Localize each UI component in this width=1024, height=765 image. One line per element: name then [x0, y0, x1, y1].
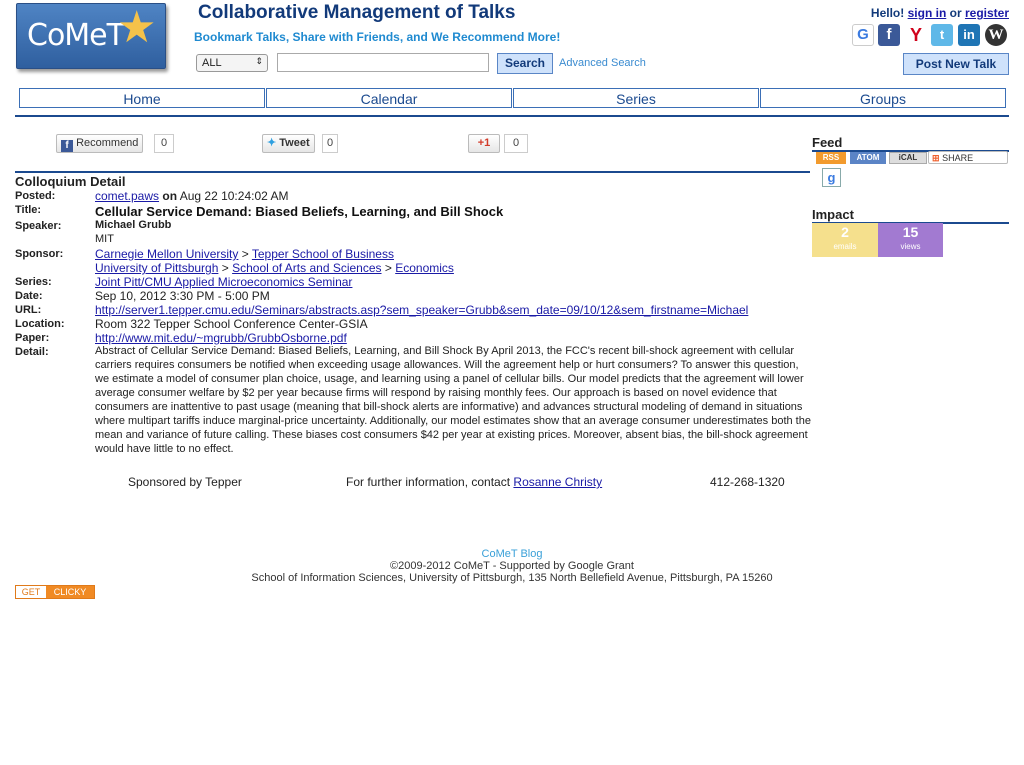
google-reader-icon[interactable]: g [822, 168, 841, 187]
comet-blog-link[interactable]: CoMeT Blog [0, 548, 1024, 560]
ical-badge[interactable]: iCAL [889, 152, 927, 164]
impact-heading: Impact [812, 207, 1009, 224]
talk-url-link[interactable]: http://server1.tepper.cmu.edu/Seminars/a… [95, 303, 748, 317]
feed-heading: Feed [812, 135, 1009, 152]
getclicky-clicky: CLICKY [46, 586, 94, 598]
speaker-label: Speaker: [15, 220, 62, 232]
recommend-label: Recommend [76, 137, 139, 149]
impact-emails-tile: 2 emails [812, 223, 878, 257]
share-badge-label: SHARE [942, 153, 974, 163]
tweet-label: Tweet [279, 137, 310, 149]
title-label: Title: [15, 204, 42, 216]
contact-info: For further information, contact Rosanne… [346, 475, 602, 489]
search-button[interactable]: Search [497, 53, 553, 74]
speaker-affiliation: MIT [95, 233, 114, 245]
sponsor-pitt-link[interactable]: University of Pittsburgh [95, 261, 218, 275]
atom-badge[interactable]: ATOM [850, 152, 886, 164]
poster-link[interactable]: comet.paws [95, 189, 159, 203]
sponsor-label: Sponsor: [15, 248, 64, 260]
twitter-icon[interactable]: t [931, 24, 953, 46]
date-value: Sep 10, 2012 3:30 PM - 5:00 PM [95, 289, 270, 303]
getclicky-badge[interactable]: GET CLICKY [15, 585, 95, 599]
breadcrumb-separator: > [384, 261, 392, 275]
wordpress-icon[interactable]: W [985, 24, 1007, 46]
or-text: or [949, 6, 962, 20]
paper-label: Paper: [15, 332, 50, 344]
nav-divider [15, 115, 1009, 117]
gplus-label: +1 [477, 137, 491, 149]
comet-logo[interactable]: CoMeT ★ [16, 3, 166, 69]
user-greeting: Hello! sign in or register [871, 6, 1009, 20]
gplus-count: 0 [504, 134, 528, 153]
views-label: views [900, 242, 921, 251]
abstract-text: Abstract of Cellular Service Demand: Bia… [95, 345, 811, 455]
search-input[interactable] [277, 53, 489, 72]
views-count: 15 [902, 224, 919, 240]
emails-label: emails [833, 242, 857, 251]
breadcrumb-separator: > [241, 247, 249, 261]
updown-arrow-icon: ⇕ [255, 56, 263, 66]
posted-on-text: on [162, 189, 178, 203]
sponsor-line-2: University of Pittsburgh > School of Art… [95, 261, 454, 275]
site-title: Collaborative Management of Talks [198, 2, 516, 23]
posted-label: Posted: [15, 190, 56, 202]
address-text: School of Information Sciences, Universi… [251, 572, 773, 584]
search-scope-select[interactable]: ALL ⇕ [196, 54, 268, 72]
tweet-count: 0 [322, 134, 338, 153]
site-tagline: Bookmark Talks, Share with Friends, and … [194, 30, 561, 44]
sponsor-arts-link[interactable]: School of Arts and Sciences [232, 261, 381, 275]
further-info-text: For further information, contact [346, 475, 511, 489]
facebook-icon[interactable]: f [878, 24, 900, 46]
copyright-text: ©2009-2012 CoMeT - Supported by Google G… [390, 560, 634, 572]
date-label: Date: [15, 290, 43, 302]
advanced-search-link[interactable]: Advanced Search [559, 57, 646, 69]
nav-series[interactable]: Series [513, 88, 759, 108]
sponsored-by-text: Sponsored by Tepper [128, 475, 242, 489]
emails-count: 2 [841, 224, 849, 240]
facebook-recommend-button[interactable]: f Recommend [56, 134, 144, 153]
detail-label: Detail: [15, 346, 49, 358]
tweet-button[interactable]: ✦ Tweet [262, 134, 315, 153]
share-badge[interactable]: ⊞ SHARE [928, 151, 1008, 164]
twitter-bird-icon: ✦ [267, 137, 277, 149]
yahoo-icon[interactable]: Y [905, 24, 927, 46]
post-new-talk-button[interactable]: Post New Talk [903, 53, 1009, 75]
star-icon: ★ [117, 3, 157, 52]
plus-icon: ⊞ [932, 153, 940, 163]
hello-text: Hello! [870, 6, 905, 20]
posted-value: comet.paws on Aug 22 10:24:02 AM [95, 189, 288, 203]
facebook-icon: f [61, 140, 73, 152]
recommend-count: 0 [154, 134, 174, 153]
url-label: URL: [15, 304, 42, 316]
rss-badge[interactable]: RSS [816, 152, 846, 164]
google-plus-button[interactable]: +1 [468, 134, 500, 153]
search-scope-value: ALL [202, 57, 222, 69]
linkedin-icon[interactable]: in [958, 24, 980, 46]
location-value: Room 322 Tepper School Conference Center… [95, 317, 368, 331]
nav-groups[interactable]: Groups [760, 88, 1006, 108]
logo-text: CoMeT [27, 18, 125, 53]
talk-title: Cellular Service Demand: Biased Beliefs,… [95, 204, 504, 219]
speaker-name: Michael Grubb [95, 219, 172, 231]
impact-views-tile: 15 views [878, 223, 943, 257]
register-link[interactable]: register [965, 6, 1009, 20]
sponsor-line-1: Carnegie Mellon University > Tepper Scho… [95, 247, 394, 261]
posted-date: Aug 22 10:24:02 AM [179, 189, 289, 203]
colloquium-detail-heading: Colloquium Detail [15, 171, 810, 190]
location-label: Location: [15, 318, 65, 330]
sponsor-tepper-link[interactable]: Tepper School of Business [252, 247, 394, 261]
sponsor-cmu-link[interactable]: Carnegie Mellon University [95, 247, 238, 261]
contact-name-link[interactable]: Rosanne Christy [513, 475, 602, 489]
series-label: Series: [15, 276, 52, 288]
contact-phone: 412-268-1320 [710, 475, 785, 489]
sign-in-link[interactable]: sign in [908, 6, 947, 20]
nav-calendar[interactable]: Calendar [266, 88, 512, 108]
google-icon[interactable]: G [852, 24, 874, 46]
paper-link[interactable]: http://www.mit.edu/~mgrubb/GrubbOsborne.… [95, 331, 347, 345]
series-link[interactable]: Joint Pitt/CMU Applied Microeconomics Se… [95, 275, 352, 289]
nav-home[interactable]: Home [19, 88, 265, 108]
sponsor-economics-link[interactable]: Economics [395, 261, 454, 275]
getclicky-get: GET [16, 586, 46, 598]
breadcrumb-separator: > [221, 261, 229, 275]
